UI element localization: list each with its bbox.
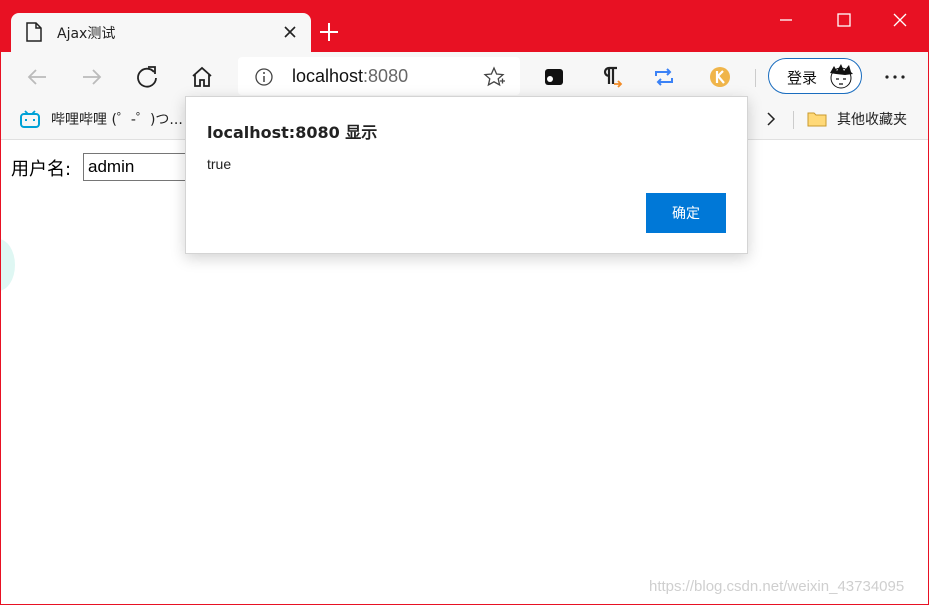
username-label: 用户名: xyxy=(11,159,72,180)
alert-dialog: localhost:8080 显示 true 确定 xyxy=(185,96,748,254)
dialog-title: localhost:8080 显示 xyxy=(207,123,378,142)
new-tab-icon[interactable] xyxy=(317,20,341,44)
back-arrow-icon[interactable] xyxy=(24,64,50,90)
extension-k-icon[interactable] xyxy=(708,65,732,89)
forward-arrow-icon[interactable] xyxy=(79,64,105,90)
address-bar[interactable]: localhost:8080 xyxy=(238,57,520,95)
extension-notes-icon[interactable] xyxy=(543,65,567,89)
avatar-icon xyxy=(830,64,853,89)
favorites-divider xyxy=(793,111,794,129)
url-host: localhost xyxy=(292,66,364,86)
chevron-right-icon[interactable] xyxy=(761,109,781,129)
url-port: :8080 xyxy=(363,66,409,86)
tab-title: Ajax测试 xyxy=(57,26,116,42)
extension-pilcrow-icon[interactable] xyxy=(599,65,623,89)
ok-button[interactable]: 确定 xyxy=(646,193,726,233)
title-bar: Ajax测试 xyxy=(1,1,928,52)
favorite-label: 哔哩哔哩 (゜-゜)つ... xyxy=(51,112,183,128)
browser-window: Ajax测试 localhost:8080 登录 哔哩哔哩 (゜-゜)つ... … xyxy=(0,0,929,605)
maximize-icon[interactable] xyxy=(829,9,859,31)
dialog-message: true xyxy=(207,156,232,172)
extension-repeat-icon[interactable] xyxy=(652,65,676,89)
tab-ajax-test[interactable]: Ajax测试 xyxy=(11,13,311,52)
refresh-icon[interactable] xyxy=(134,64,160,90)
toolbar: localhost:8080 1 登录 xyxy=(1,52,928,145)
window-close-icon[interactable] xyxy=(885,9,915,31)
page-icon xyxy=(26,22,42,42)
side-widget[interactable] xyxy=(1,239,15,291)
more-options-icon[interactable] xyxy=(882,64,908,90)
login-button[interactable]: 登录 xyxy=(768,58,862,94)
minimize-icon[interactable] xyxy=(771,9,801,31)
home-icon[interactable] xyxy=(189,64,215,90)
bilibili-icon xyxy=(20,110,40,128)
watermark: https://blog.csdn.net/weixin_43734095 xyxy=(649,578,905,595)
info-icon[interactable] xyxy=(254,67,274,87)
favorite-star-icon[interactable] xyxy=(483,66,505,88)
folder-icon xyxy=(807,112,827,127)
url-text: localhost:8080 xyxy=(292,66,408,87)
toolbar-divider xyxy=(755,69,756,87)
other-favorites-label: 其他收藏夹 xyxy=(837,112,907,128)
close-icon[interactable] xyxy=(279,21,301,43)
login-label: 登录 xyxy=(787,69,818,87)
